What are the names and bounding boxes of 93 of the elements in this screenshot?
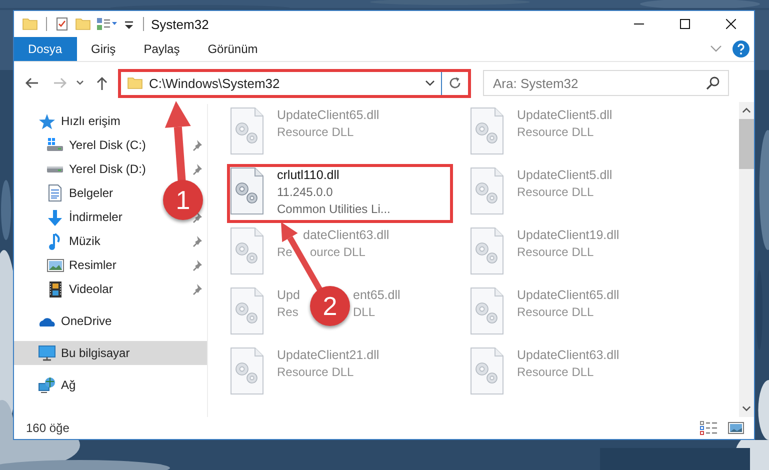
film-icon bbox=[48, 280, 62, 298]
folder-icon bbox=[127, 75, 143, 91]
file-name: crlutl110.dll bbox=[277, 167, 340, 184]
star-icon bbox=[38, 112, 56, 130]
file-detail: ource DLL bbox=[310, 244, 366, 261]
sidebar-item[interactable]: Bu bilgisayar bbox=[14, 341, 207, 365]
address-path: C:\Windows\System32 bbox=[149, 76, 281, 90]
sidebar-item[interactable]: Videolar bbox=[14, 277, 117, 301]
dll-file-icon[interactable] bbox=[470, 167, 504, 215]
file-name: UpdateClient63.dll bbox=[517, 347, 620, 364]
window-title: System32 bbox=[151, 16, 209, 32]
file-detail: Resource DLL bbox=[277, 124, 355, 141]
pictures-icon bbox=[46, 258, 64, 272]
drive-icon bbox=[46, 138, 64, 152]
pin-icon[interactable] bbox=[191, 259, 203, 271]
up-icon[interactable] bbox=[94, 75, 110, 91]
file-detail: Resource DLL bbox=[517, 184, 595, 201]
download-arrow-icon bbox=[47, 208, 63, 226]
file-detail: 11.245.0.0 bbox=[277, 184, 334, 201]
caret-icon[interactable] bbox=[76, 80, 84, 86]
pin-icon[interactable] bbox=[191, 139, 203, 151]
file-detail: Re bbox=[277, 244, 292, 261]
folder-icon[interactable] bbox=[75, 16, 91, 32]
properties-icon[interactable] bbox=[96, 16, 118, 32]
cloud-icon bbox=[38, 316, 56, 326]
dll-file-icon[interactable] bbox=[230, 347, 264, 395]
network-icon bbox=[38, 377, 56, 393]
dll-file-icon[interactable] bbox=[230, 227, 264, 275]
scroll-thumb[interactable] bbox=[739, 119, 754, 169]
pin-icon[interactable] bbox=[191, 283, 203, 295]
file-name: UpdateClient65.dll bbox=[277, 107, 380, 124]
forward-icon[interactable] bbox=[52, 75, 68, 91]
search-field[interactable]: Ara: System32 bbox=[483, 70, 729, 96]
dll-file-icon[interactable] bbox=[470, 107, 504, 155]
scroll-down-icon[interactable] bbox=[742, 405, 751, 412]
file-name: UpdateClient65.dll bbox=[517, 287, 620, 304]
file-detail: DLL bbox=[353, 304, 376, 321]
caret-icon[interactable] bbox=[425, 80, 435, 86]
sidebar-item[interactable]: İndirmeler bbox=[14, 205, 126, 229]
refresh-icon[interactable] bbox=[448, 76, 462, 90]
file-name: UpdateClient21.dll bbox=[277, 347, 380, 364]
scrollbar[interactable] bbox=[739, 102, 754, 417]
file-detail: Resource DLL bbox=[517, 364, 595, 381]
large-icons-view-icon[interactable] bbox=[728, 422, 744, 434]
dll-file-icon[interactable] bbox=[230, 167, 264, 215]
ribbon-tab[interactable]: Paylaş bbox=[130, 37, 194, 61]
sidebar-item[interactable]: Yerel Disk (D:) bbox=[14, 157, 150, 181]
file-name: dateClient63.dll bbox=[303, 227, 390, 244]
drive-icon bbox=[46, 166, 64, 172]
sidebar-item[interactable]: Müzik bbox=[14, 229, 104, 253]
file-detail: Resource DLL bbox=[517, 304, 595, 321]
file-detail: Resource DLL bbox=[277, 364, 355, 381]
maximize-icon[interactable] bbox=[680, 19, 690, 29]
folder-icon[interactable] bbox=[22, 16, 38, 32]
monitor-icon bbox=[38, 345, 56, 361]
file-name: UpdateClient5.dll bbox=[517, 167, 612, 184]
close-icon[interactable] bbox=[726, 19, 736, 29]
dll-file-icon[interactable] bbox=[470, 347, 504, 395]
expand-ribbon-icon[interactable] bbox=[710, 45, 722, 53]
address-bar[interactable]: C:\Windows\System32 bbox=[118, 68, 471, 98]
sidebar-item[interactable]: Resimler bbox=[14, 253, 120, 277]
music-note-icon bbox=[49, 232, 61, 250]
file-detail: Common Utilities Li... bbox=[277, 201, 390, 218]
ribbon-tab[interactable]: Görünüm bbox=[194, 37, 272, 61]
scroll-up-icon[interactable] bbox=[742, 107, 751, 114]
dll-file-icon[interactable] bbox=[230, 287, 264, 335]
file-detail: Res bbox=[277, 304, 298, 321]
help-icon[interactable] bbox=[732, 40, 750, 58]
file-detail: Resource DLL bbox=[517, 244, 595, 261]
file-menu-tab[interactable]: Dosya bbox=[14, 37, 78, 61]
dll-file-icon[interactable] bbox=[230, 107, 264, 155]
search-icon[interactable] bbox=[706, 76, 720, 90]
file-detail: Resource DLL bbox=[517, 124, 595, 141]
file-name: UpdateClient19.dll bbox=[517, 227, 620, 244]
sidebar-item[interactable]: Hızlı erişim bbox=[14, 109, 124, 133]
pin-icon[interactable] bbox=[191, 163, 203, 175]
item-count: 160 öğe bbox=[26, 421, 70, 435]
dll-file-icon[interactable] bbox=[470, 227, 504, 275]
document-icon bbox=[48, 184, 62, 202]
file-name: ent65.dll bbox=[353, 287, 400, 304]
pin-icon[interactable] bbox=[191, 211, 203, 223]
sidebar-item[interactable]: OneDrive bbox=[14, 309, 116, 333]
back-icon[interactable] bbox=[24, 75, 40, 91]
dll-file-icon[interactable] bbox=[470, 287, 504, 335]
sidebar-item[interactable]: Yerel Disk (C:) bbox=[14, 133, 150, 157]
file-name: UpdateClient5.dll bbox=[517, 107, 612, 124]
sidebar-item[interactable]: Ağ bbox=[14, 373, 80, 397]
sidebar-item[interactable]: Belgeler bbox=[14, 181, 118, 205]
ribbon-tab[interactable]: Giriş bbox=[77, 37, 130, 61]
pin-icon[interactable] bbox=[191, 235, 203, 247]
details-view-icon[interactable] bbox=[700, 421, 718, 435]
checklist-icon[interactable] bbox=[54, 16, 70, 32]
file-name: Upd bbox=[277, 287, 300, 304]
